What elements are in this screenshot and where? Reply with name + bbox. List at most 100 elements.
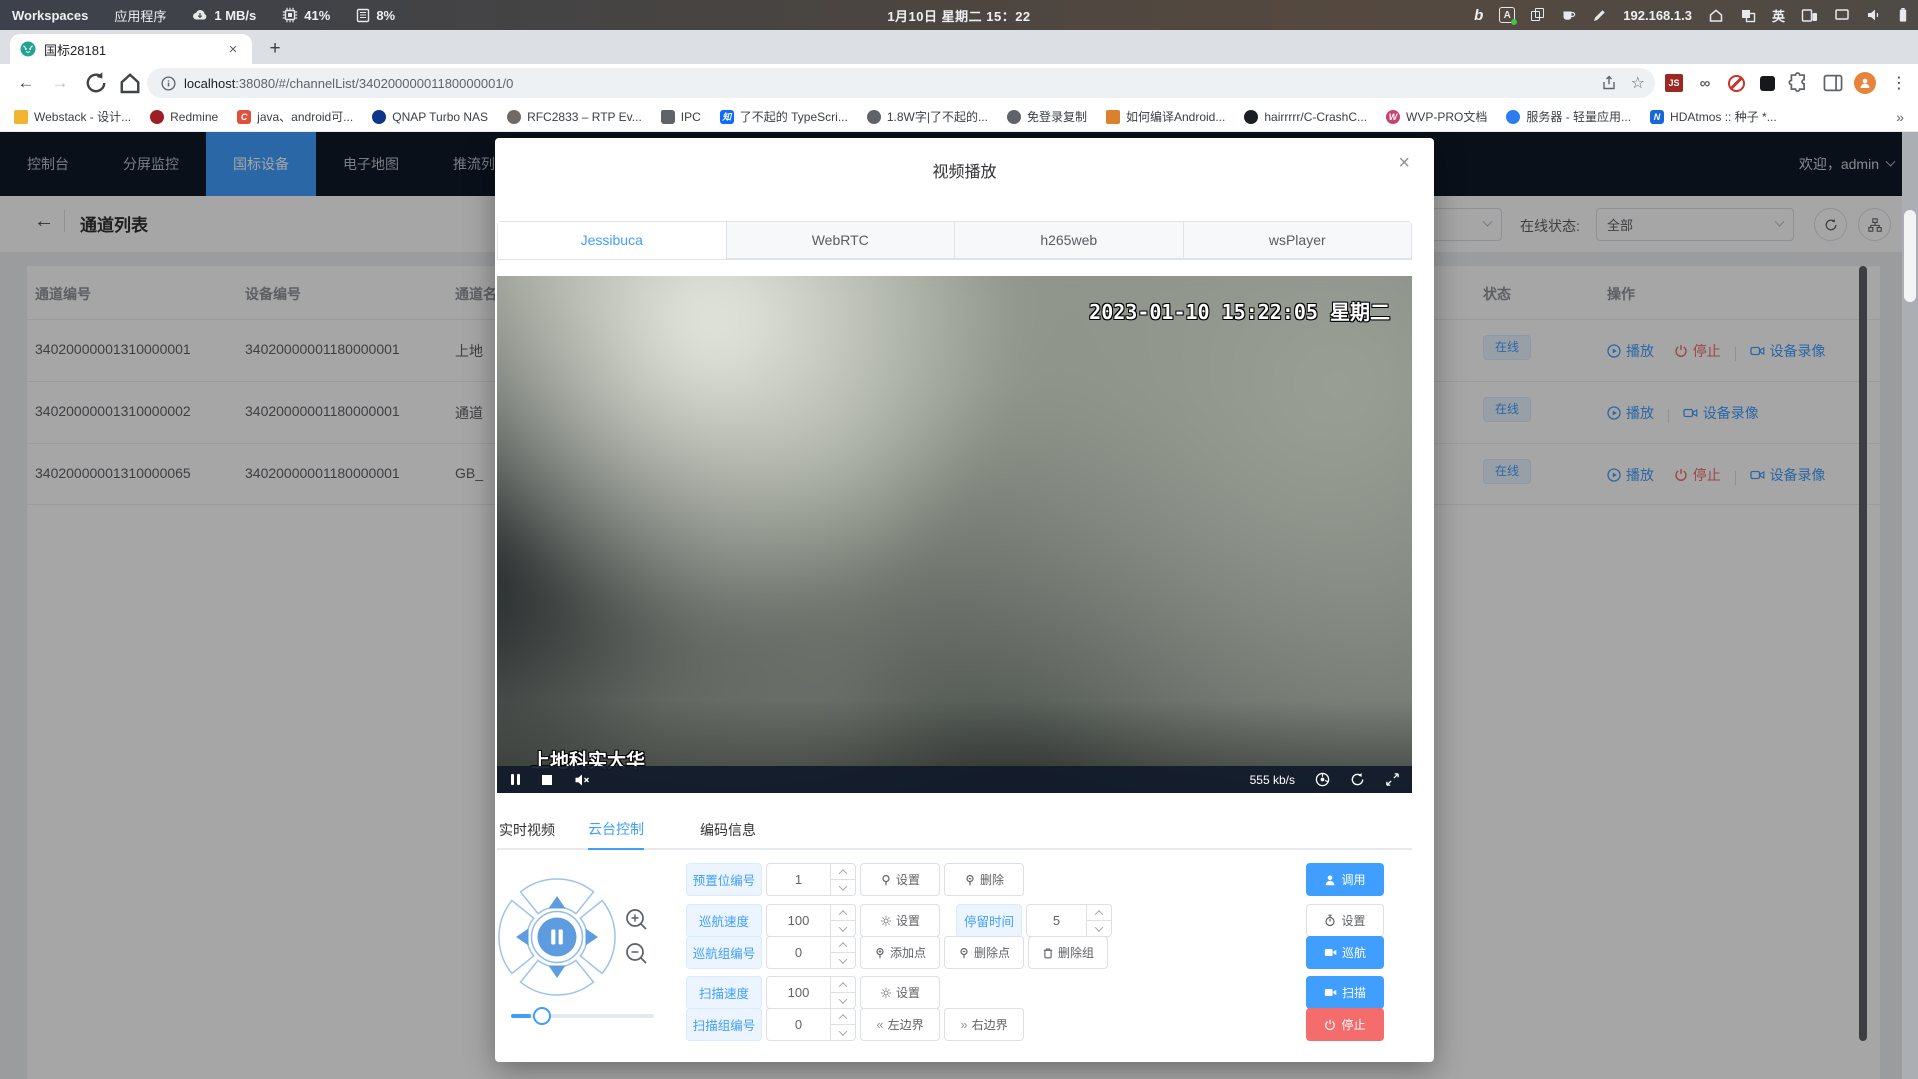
video-player[interactable]: 2023-01-10 15:22:05 星期二 上地科实大华 555 kb/s: [497, 276, 1412, 793]
bookmark-item[interactable]: IPC: [661, 110, 701, 124]
stepper-up[interactable]: [831, 977, 855, 993]
cruise-start-button[interactable]: 巡航: [1306, 936, 1384, 969]
forward-button[interactable]: →: [48, 71, 72, 95]
back-button[interactable]: ←: [14, 71, 38, 95]
scan-group-value[interactable]: 0: [766, 1008, 830, 1041]
cruise-group-input[interactable]: 0: [766, 936, 856, 969]
number-stepper[interactable]: [830, 863, 856, 896]
preset-set-button[interactable]: 设置: [860, 863, 940, 896]
subtab-encoding-info[interactable]: 编码信息: [700, 810, 756, 850]
window-switcher-icon[interactable]: [1740, 8, 1756, 23]
cruise-group-value[interactable]: 0: [766, 936, 830, 969]
stepper-up[interactable]: [831, 937, 855, 953]
bookmark-item[interactable]: WWVP-PRO文档: [1386, 108, 1487, 125]
scan-speed-value[interactable]: 100: [766, 976, 830, 1009]
stepper-up[interactable]: [831, 905, 855, 921]
preset-delete-button[interactable]: 删除: [944, 863, 1024, 896]
stepper-down[interactable]: [831, 921, 855, 936]
new-tab-button[interactable]: +: [262, 36, 288, 62]
number-stepper[interactable]: [1086, 904, 1112, 937]
bookmark-item[interactable]: 免登录复制: [1007, 108, 1087, 125]
bing-tray-icon[interactable]: b: [1474, 7, 1483, 24]
zoom-out-button[interactable]: [624, 941, 650, 967]
browser-scrollbar[interactable]: [1902, 132, 1918, 1079]
tab-h265web[interactable]: h265web: [954, 222, 1183, 259]
preset-number-input[interactable]: 1: [766, 863, 856, 896]
stepper-up[interactable]: [831, 1009, 855, 1025]
share-icon[interactable]: [1601, 75, 1617, 91]
home-tray-icon[interactable]: [1708, 8, 1724, 23]
devices-tray-icon[interactable]: [1801, 8, 1818, 23]
reload-button[interactable]: [84, 71, 108, 95]
tab-wsplayer[interactable]: wsPlayer: [1183, 222, 1412, 259]
snapshot-icon[interactable]: [1315, 772, 1330, 787]
bookmark-item[interactable]: RFC2833 – RTP Ev...: [507, 110, 642, 124]
browser-menu-icon[interactable]: ⋮: [1888, 72, 1910, 94]
battery-tray-icon[interactable]: [1898, 7, 1908, 23]
ptz-center-button[interactable]: [538, 918, 577, 957]
browser-tab[interactable]: 国标28181 ×: [10, 34, 252, 64]
tab-close-button[interactable]: ×: [224, 40, 242, 58]
mute-volume-button[interactable]: [574, 773, 591, 787]
display-tray-icon[interactable]: [1834, 8, 1850, 22]
input-method-indicator[interactable]: 英: [1772, 6, 1785, 25]
cruise-speed-value[interactable]: 100: [766, 904, 830, 937]
number-stepper[interactable]: [830, 1008, 856, 1041]
stepper-down[interactable]: [831, 953, 855, 968]
number-stepper[interactable]: [830, 936, 856, 969]
stay-time-input[interactable]: 5: [1026, 904, 1112, 937]
delete-point-button[interactable]: 删除点: [944, 936, 1024, 969]
stepper-down[interactable]: [831, 880, 855, 895]
slider-knob[interactable]: [533, 1007, 551, 1025]
add-point-button[interactable]: 添加点: [860, 936, 940, 969]
left-bound-button[interactable]: «左边界: [860, 1008, 940, 1041]
volume-tray-icon[interactable]: [1866, 8, 1882, 22]
bookmark-item[interactable]: Cjava、android可...: [237, 108, 353, 125]
number-stepper[interactable]: [830, 976, 856, 1009]
cup-tray-icon[interactable]: [1561, 8, 1576, 23]
number-stepper[interactable]: [830, 904, 856, 937]
tab-webrtc[interactable]: WebRTC: [726, 222, 955, 259]
bookmark-item[interactable]: QNAP Turbo NAS: [372, 110, 488, 124]
extensions-puzzle-icon[interactable]: [1787, 72, 1809, 94]
stepper-down[interactable]: [831, 1025, 855, 1040]
cruise-speed-input[interactable]: 100: [766, 904, 856, 937]
bookmark-item[interactable]: Webstack - 设计...: [14, 108, 131, 125]
bookmark-item[interactable]: hairrrrr/C-CrashC...: [1244, 110, 1367, 124]
extension-dark-icon[interactable]: [1756, 72, 1778, 94]
stop-playback-button[interactable]: [542, 775, 552, 785]
site-info-icon[interactable]: [161, 76, 176, 91]
profile-avatar[interactable]: [1854, 72, 1876, 94]
cruise-speed-set-button[interactable]: 设置: [860, 904, 940, 937]
stay-time-set-button[interactable]: 设置: [1306, 904, 1384, 937]
bookmark-item[interactable]: NHDAtmos :: 种子 *...: [1650, 108, 1777, 125]
ptz-pad[interactable]: [497, 877, 617, 997]
dialog-close-icon[interactable]: ×: [1398, 152, 1410, 175]
bookmark-item[interactable]: Redmine: [150, 110, 218, 124]
translate-tray-icon[interactable]: A: [1499, 7, 1515, 23]
pen-tray-icon[interactable]: [1592, 8, 1607, 23]
subtab-ptz-control[interactable]: 云台控制: [588, 810, 644, 850]
side-panel-icon[interactable]: [1822, 72, 1844, 94]
preset-value[interactable]: 1: [766, 863, 830, 896]
address-bar[interactable]: localhost:38080/#/channelList/3402000000…: [147, 68, 1655, 98]
preset-call-button[interactable]: 调用: [1306, 863, 1384, 896]
scrollbar-thumb[interactable]: [1904, 210, 1916, 302]
home-button[interactable]: [118, 71, 142, 95]
ptz-speed-slider[interactable]: [511, 1014, 654, 1018]
subtab-live-video[interactable]: 实时视频: [499, 810, 555, 850]
stepper-down[interactable]: [1087, 921, 1111, 936]
pause-button[interactable]: [511, 774, 520, 785]
tab-jessibuca[interactable]: Jessibuca: [498, 222, 726, 259]
stay-time-value[interactable]: 5: [1026, 904, 1086, 937]
scan-group-input[interactable]: 0: [766, 1008, 856, 1041]
bookmark-item[interactable]: 如何编译Android...: [1106, 108, 1225, 125]
delete-group-button[interactable]: 删除组: [1028, 936, 1108, 969]
refresh-stream-icon[interactable]: [1350, 772, 1365, 787]
right-bound-button[interactable]: »右边界: [944, 1008, 1024, 1041]
stepper-down[interactable]: [831, 993, 855, 1008]
stepper-up[interactable]: [831, 864, 855, 880]
extension-js-icon[interactable]: JS: [1663, 72, 1685, 94]
bookmark-item[interactable]: 服务器 - 轻量应用...: [1506, 108, 1631, 125]
scan-speed-input[interactable]: 100: [766, 976, 856, 1009]
